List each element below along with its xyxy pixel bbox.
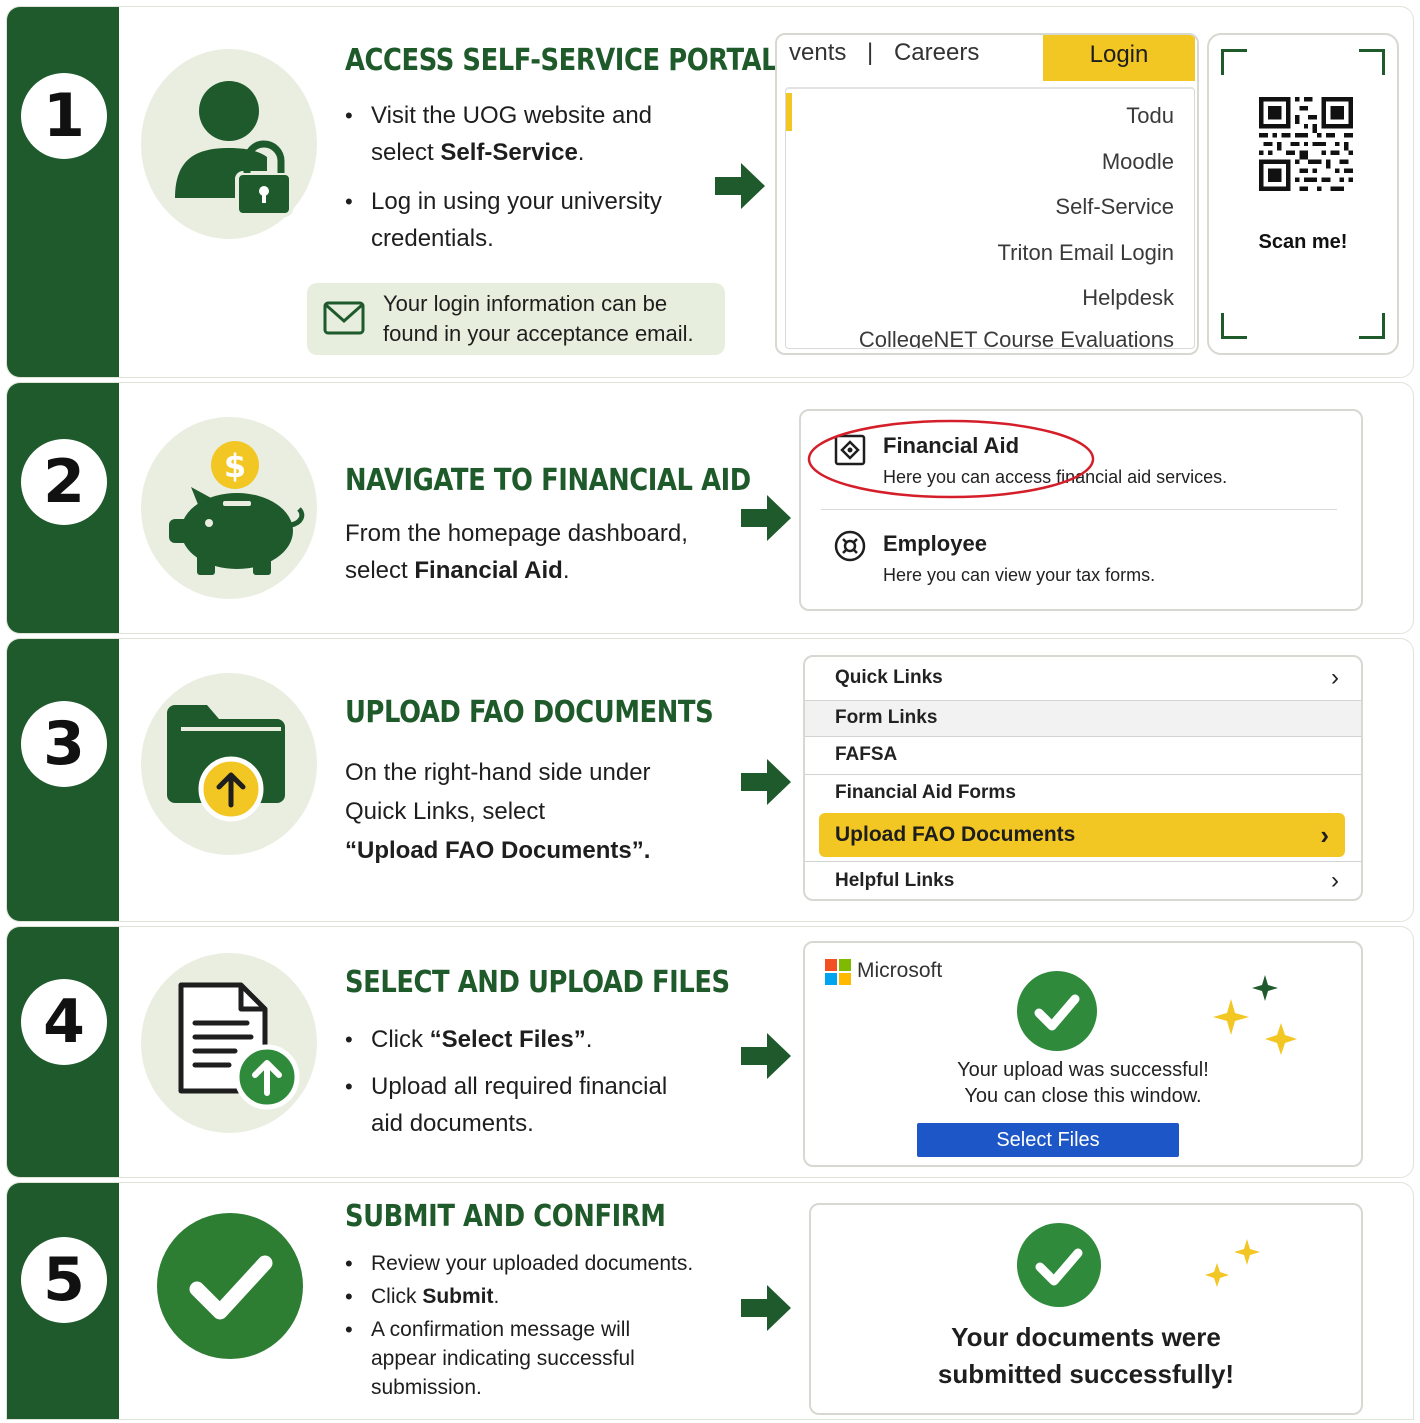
step-number: 5 bbox=[21, 1237, 107, 1323]
menu-accent bbox=[786, 93, 792, 131]
step-number: 4 bbox=[21, 979, 107, 1065]
checkmark-icon bbox=[157, 1213, 303, 1359]
user-lock-icon bbox=[175, 81, 293, 217]
dashboard-card: Financial Aid Here you can access financ… bbox=[799, 409, 1363, 611]
chevron-right-icon: › bbox=[1331, 664, 1339, 691]
chevron-right-icon: › bbox=[1320, 820, 1329, 850]
menu-item-todu[interactable]: Todu bbox=[1126, 103, 1174, 129]
piggy-bank-icon: $ bbox=[169, 441, 305, 575]
qr-corner bbox=[1359, 313, 1385, 339]
nav-separator: | bbox=[867, 39, 874, 66]
bullet-item: Click “Select Files”. bbox=[345, 1021, 695, 1058]
bullet-item: Click Submit. bbox=[345, 1282, 745, 1311]
step-number: 1 bbox=[21, 73, 107, 159]
portal-menu-card: vents | Careers Login Todu Moodle Self-S… bbox=[775, 33, 1199, 355]
divider bbox=[821, 509, 1337, 510]
confirmation-message: Your documents were submitted successful… bbox=[937, 1322, 1235, 1389]
step-title: NAVIGATE TO FINANCIAL AID bbox=[345, 463, 751, 498]
quick-link-fafsa[interactable]: FAFSA bbox=[805, 737, 1361, 775]
menu-item-moodle[interactable]: Moodle bbox=[1102, 149, 1174, 175]
step-bullets: Review your uploaded documents. Click Su… bbox=[345, 1249, 745, 1402]
note-text: Your login information can be found in y… bbox=[383, 291, 694, 346]
bullet-item: Review your uploaded documents. bbox=[345, 1249, 745, 1278]
upload-success-message: Your upload was successful! bbox=[957, 1059, 1209, 1081]
qr-card: Scan me! bbox=[1207, 33, 1399, 355]
microsoft-brand: Microsoft bbox=[857, 959, 943, 982]
coin-symbol: $ bbox=[224, 447, 246, 485]
step-4-row: 4 SELECT AND UPLOAD FILES Click “Select … bbox=[6, 926, 1414, 1178]
chevron-right-icon: › bbox=[1331, 867, 1339, 894]
quick-link-form-links[interactable]: Form Links bbox=[805, 701, 1361, 737]
employee-icon bbox=[834, 530, 866, 562]
microsoft-logo-icon bbox=[825, 959, 851, 985]
step-title: ACCESS SELF-SERVICE PORTAL bbox=[345, 43, 778, 78]
success-check-icon bbox=[1017, 1223, 1101, 1307]
close-window-message: You can close this window. bbox=[964, 1085, 1202, 1107]
step-bullets: Visit the UOG website and select Self-Se… bbox=[345, 97, 705, 257]
login-button[interactable]: Login bbox=[1043, 35, 1195, 81]
step-1-row: 1 ACCESS SELF-SERVICE PORTAL Visit the U… bbox=[6, 6, 1414, 378]
arrow-right-icon bbox=[741, 1285, 791, 1331]
qr-corner bbox=[1221, 313, 1247, 339]
upload-fao-documents-link[interactable]: Upload FAO Documents › bbox=[819, 813, 1345, 857]
step-description: On the right-hand side under Quick Links… bbox=[345, 759, 651, 864]
menu-item-collegenet[interactable]: CollegeNET Course Evaluations bbox=[859, 327, 1174, 348]
envelope-icon bbox=[323, 301, 365, 335]
step-title: UPLOAD FAO DOCUMENTS bbox=[345, 695, 714, 730]
bullet-item: Upload all required financial aid docume… bbox=[345, 1068, 695, 1142]
menu-item-self-service[interactable]: Self-Service bbox=[1055, 194, 1174, 220]
nav-link-events[interactable]: vents bbox=[789, 39, 846, 66]
step-2-row: 2 $ NAVIGATE TO FINANCIAL AID From the h… bbox=[6, 382, 1414, 634]
arrow-right-icon bbox=[741, 759, 791, 805]
highlight-ellipse bbox=[807, 419, 1095, 499]
sparkle-icon bbox=[1213, 975, 1297, 1055]
quick-links-header[interactable]: Quick Links › bbox=[805, 657, 1361, 701]
arrow-right-icon bbox=[741, 1033, 791, 1079]
step-band bbox=[7, 7, 119, 377]
arrow-right-icon bbox=[715, 163, 765, 209]
qr-code-icon[interactable] bbox=[1259, 97, 1353, 191]
quick-link-financial-aid-forms[interactable]: Financial Aid Forms bbox=[805, 775, 1361, 813]
quick-links-helpful[interactable]: Helpful Links › bbox=[805, 861, 1361, 899]
option-desc-employee: Here you can view your tax forms. bbox=[883, 565, 1156, 585]
quick-links-card: Quick Links › Form Links FAFSA Financial… bbox=[803, 655, 1363, 901]
bullet-item: Visit the UOG website and select Self-Se… bbox=[345, 97, 705, 171]
sparkle-icon bbox=[1205, 1239, 1260, 1287]
qr-corner bbox=[1221, 49, 1247, 75]
step-description: From the homepage dashboard, select Fina… bbox=[345, 520, 688, 584]
menu-item-helpdesk[interactable]: Helpdesk bbox=[1082, 285, 1174, 311]
step-number: 2 bbox=[21, 439, 107, 525]
step-5-row: 5 SUBMIT AND CONFIRM Review your uploade… bbox=[6, 1182, 1414, 1420]
login-dropdown: Todu Moodle Self-Service Triton Email Lo… bbox=[785, 87, 1195, 349]
folder-upload-icon bbox=[167, 705, 285, 822]
step-title: SELECT AND UPLOAD FILES bbox=[345, 965, 730, 1000]
upload-success-card: Microsoft Your upload was successful! Yo… bbox=[803, 941, 1363, 1167]
nav-link-careers[interactable]: Careers bbox=[894, 39, 979, 66]
document-upload-icon bbox=[178, 982, 300, 1110]
step-3-row: 3 UPLOAD FAO DOCUMENTS On the right-hand… bbox=[6, 638, 1414, 922]
bullet-item: Log in using your university credentials… bbox=[345, 183, 705, 257]
login-note: Your login information can be found in y… bbox=[307, 283, 725, 355]
select-files-button[interactable]: Select Files bbox=[917, 1123, 1179, 1157]
qr-label: Scan me! bbox=[1258, 231, 1348, 253]
bullet-item: A confirmation message will appear indic… bbox=[345, 1315, 675, 1402]
step-number: 3 bbox=[21, 701, 107, 787]
confirmation-card: Your documents were submitted successful… bbox=[809, 1203, 1363, 1415]
success-check-icon bbox=[1017, 971, 1097, 1051]
step-title: SUBMIT AND CONFIRM bbox=[345, 1199, 666, 1234]
arrow-right-icon bbox=[741, 495, 791, 541]
option-title-employee[interactable]: Employee bbox=[883, 531, 987, 557]
qr-corner bbox=[1359, 49, 1385, 75]
step-bullets: Click “Select Files”. Upload all require… bbox=[345, 1021, 695, 1142]
menu-item-triton-email[interactable]: Triton Email Login bbox=[998, 240, 1174, 266]
